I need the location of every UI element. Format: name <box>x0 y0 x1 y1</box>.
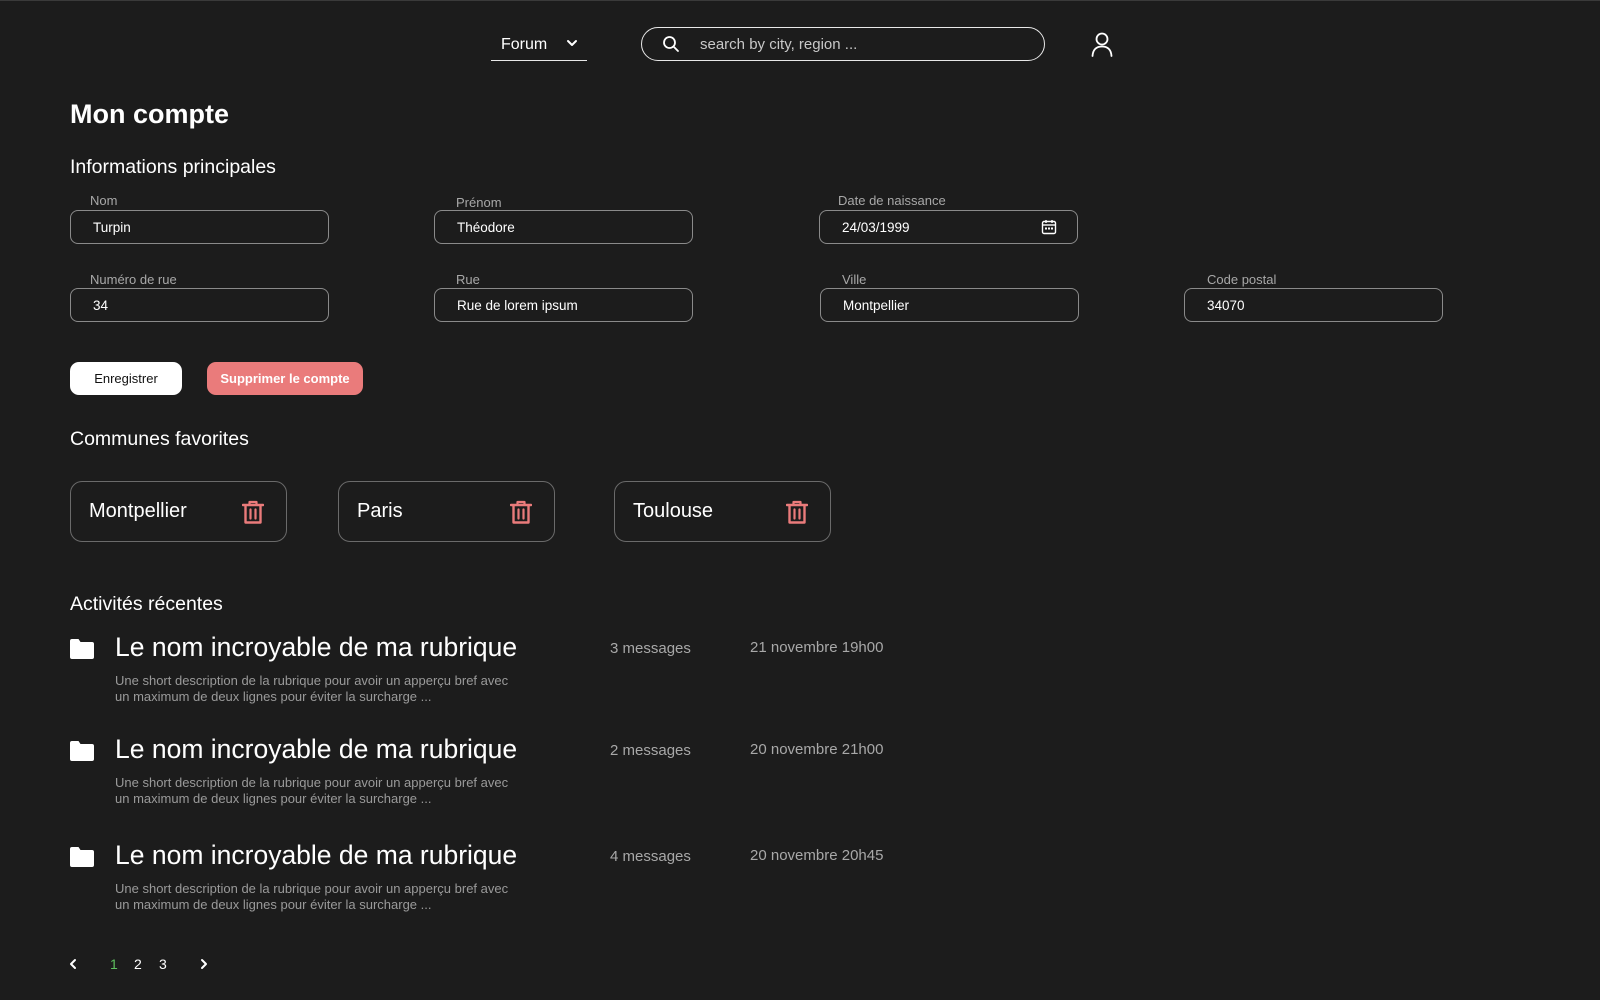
prenom-value: Théodore <box>457 219 515 235</box>
search-bar[interactable] <box>641 27 1045 61</box>
user-account-icon[interactable] <box>1090 31 1114 57</box>
trash-icon[interactable] <box>510 500 532 524</box>
naissance-label: Date de naissance <box>838 193 946 208</box>
prenom-label: Prénom <box>456 195 502 210</box>
favorites-heading: Communes favorites <box>70 428 249 450</box>
chevron-left-icon[interactable] <box>68 958 78 970</box>
page-1[interactable]: 1 <box>110 956 118 972</box>
activity-message-count: 2 messages <box>610 742 691 759</box>
ville-field[interactable]: Montpellier <box>820 288 1079 322</box>
folder-icon <box>70 847 94 867</box>
postal-code-field[interactable]: 34070 <box>1184 288 1443 322</box>
activity-description: Une short description de la rubrique pou… <box>115 775 525 807</box>
nom-field[interactable]: Turpin <box>70 210 329 244</box>
activity-title[interactable]: Le nom incroyable de ma rubrique <box>115 632 517 663</box>
favorite-card-toulouse[interactable]: Toulouse <box>614 481 831 542</box>
nom-label: Nom <box>90 193 118 208</box>
folder-icon <box>70 741 94 761</box>
search-input[interactable] <box>700 35 1020 53</box>
nom-value: Turpin <box>93 219 131 235</box>
page-title: Mon compte <box>70 99 229 129</box>
activity-description-line: un maximum de deux lignes pour éviter la… <box>115 689 432 704</box>
activity-date: 20 novembre 21h00 <box>750 741 884 758</box>
trash-icon[interactable] <box>242 500 264 524</box>
favorite-card-paris[interactable]: Paris <box>338 481 555 542</box>
chevron-down-icon <box>567 40 577 46</box>
numero-value: 34 <box>93 297 109 313</box>
numero-field[interactable]: 34 <box>70 288 329 322</box>
rue-field[interactable]: Rue de lorem ipsum <box>434 288 693 322</box>
folder-icon <box>70 639 94 659</box>
activity-description-line: un maximum de deux lignes pour éviter la… <box>115 791 432 806</box>
activity-message-count: 3 messages <box>610 640 691 657</box>
favorite-name: Montpellier <box>89 500 187 522</box>
activity-date: 21 novembre 19h00 <box>750 639 884 656</box>
ville-value: Montpellier <box>843 297 910 313</box>
postal-code-value: 34070 <box>1207 297 1245 313</box>
delete-account-button[interactable]: Supprimer le compte <box>207 362 363 395</box>
favorite-name: Toulouse <box>633 500 714 522</box>
prenom-field[interactable]: Théodore <box>434 210 693 244</box>
activity-title[interactable]: Le nom incroyable de ma rubrique <box>115 840 517 871</box>
activity-description-line: Une short description de la rubrique pou… <box>115 881 509 896</box>
activities-heading: Activités récentes <box>70 593 223 615</box>
birthdate-field[interactable]: 24/03/1999 <box>819 210 1078 244</box>
cp-label: Code postal <box>1207 272 1277 287</box>
main-info-heading: Informations principales <box>70 156 276 178</box>
calendar-icon[interactable] <box>1041 219 1057 235</box>
favorite-name: Paris <box>357 500 403 522</box>
activity-title[interactable]: Le nom incroyable de ma rubrique <box>115 734 517 765</box>
activity-date: 20 novembre 20h45 <box>750 847 884 864</box>
rue-value: Rue de lorem ipsum <box>457 297 578 313</box>
numero-label: Numéro de rue <box>90 272 177 287</box>
trash-icon[interactable] <box>786 500 808 524</box>
forum-dropdown-label: Forum <box>501 35 548 53</box>
favorite-card-montpellier[interactable]: Montpellier <box>70 481 287 542</box>
page-2[interactable]: 2 <box>134 956 142 972</box>
forum-dropdown[interactable]: Forum <box>491 29 587 61</box>
activity-description-line: Une short description de la rubrique pou… <box>115 673 509 688</box>
search-icon <box>663 36 679 52</box>
activity-description: Une short description de la rubrique pou… <box>115 881 525 913</box>
ville-label: Ville <box>842 272 867 287</box>
activity-description-line: un maximum de deux lignes pour éviter la… <box>115 897 432 912</box>
activity-message-count: 4 messages <box>610 848 691 865</box>
rue-label: Rue <box>456 272 480 287</box>
chevron-right-icon[interactable] <box>199 958 209 970</box>
save-button[interactable]: Enregistrer <box>70 362 182 395</box>
birthdate-value: 24/03/1999 <box>842 219 910 235</box>
activity-description-line: Une short description de la rubrique pou… <box>115 775 509 790</box>
activity-description: Une short description de la rubrique pou… <box>115 673 525 705</box>
page-3[interactable]: 3 <box>159 956 167 972</box>
